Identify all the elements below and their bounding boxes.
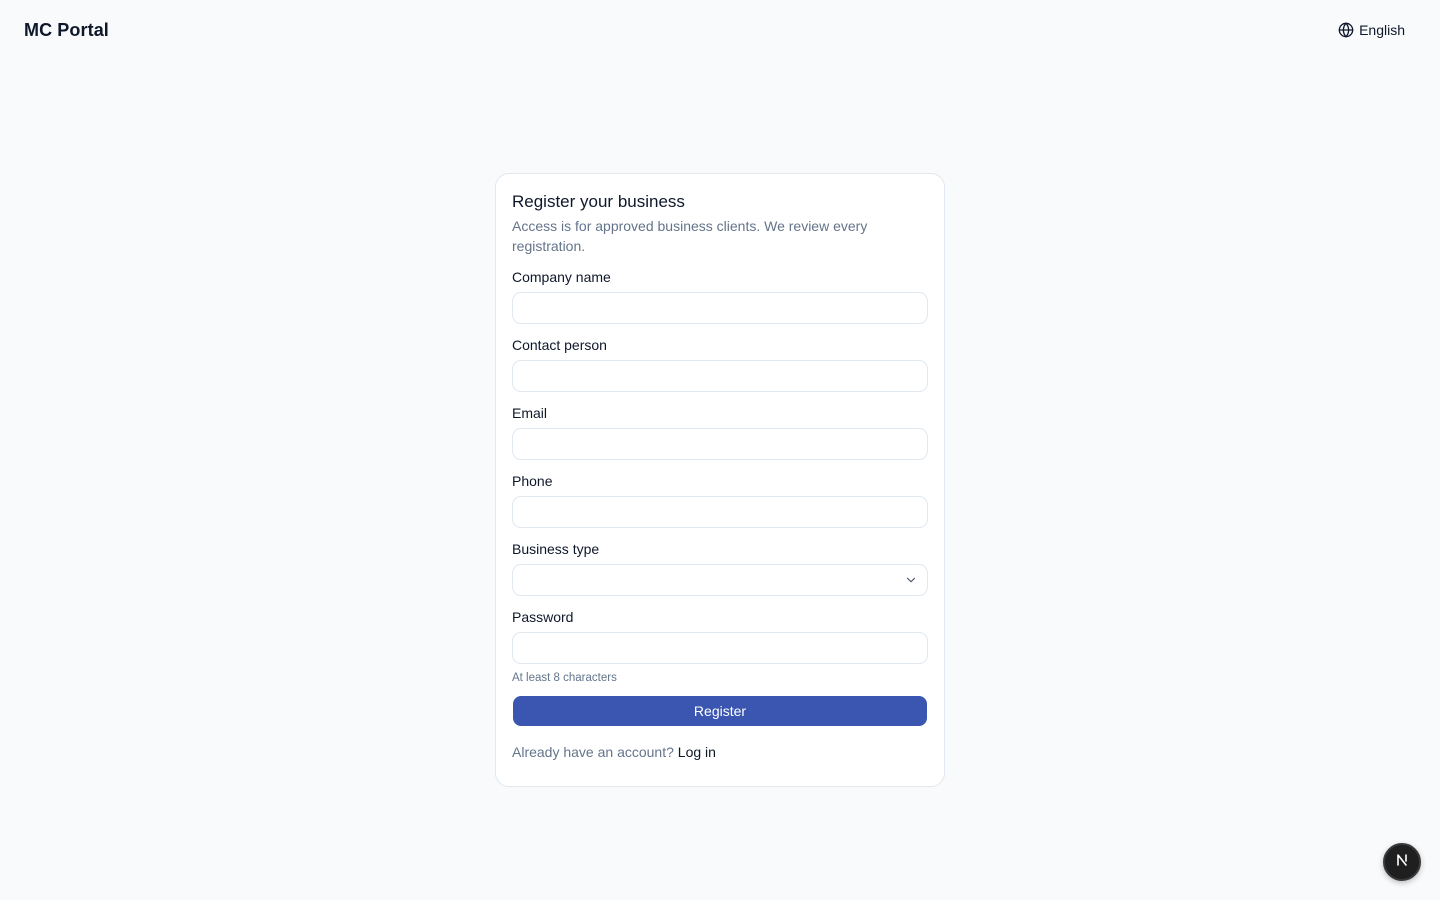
chevron-down-icon — [904, 573, 918, 587]
register-card: Register your business Access is for app… — [495, 173, 945, 787]
business-type-field: Business type — [512, 541, 928, 596]
password-label: Password — [512, 609, 574, 625]
company-name-field: Company name — [512, 269, 928, 324]
contact-person-input[interactable] — [512, 360, 928, 392]
company-name-label: Company name — [512, 269, 611, 285]
next-logo-icon — [1394, 852, 1410, 873]
password-hint: At least 8 characters — [512, 672, 617, 684]
globe-icon — [1338, 22, 1354, 38]
phone-label: Phone — [512, 473, 553, 489]
company-name-input[interactable] — [512, 292, 928, 324]
email-label: Email — [512, 405, 548, 421]
email-field: Email — [512, 405, 928, 460]
brand-title: MC Portal — [24, 19, 109, 40]
language-label: English — [1359, 22, 1405, 38]
phone-input[interactable] — [512, 496, 928, 528]
password-field: Password At least 8 characters — [512, 609, 928, 685]
login-link[interactable]: Log in — [678, 744, 716, 760]
contact-person-field: Contact person — [512, 337, 928, 392]
phone-field: Phone — [512, 473, 928, 528]
business-type-select[interactable] — [512, 564, 928, 596]
password-input[interactable] — [512, 632, 928, 664]
email-input[interactable] — [512, 428, 928, 460]
contact-person-label: Contact person — [512, 337, 607, 353]
business-type-label: Business type — [512, 541, 600, 557]
language-switcher[interactable]: English — [1338, 22, 1405, 38]
form-description: Access is for approved business clients.… — [512, 218, 868, 254]
register-button[interactable]: Register — [513, 696, 927, 726]
top-bar: MC Portal English — [0, 0, 1440, 60]
dev-tools-badge[interactable] — [1383, 843, 1421, 881]
form-title: Register your business — [512, 192, 685, 211]
business-type-value[interactable] — [512, 564, 928, 596]
login-prompt-text: Already have an account? — [512, 744, 674, 760]
login-prompt: Already have an account? Log in — [512, 743, 928, 761]
